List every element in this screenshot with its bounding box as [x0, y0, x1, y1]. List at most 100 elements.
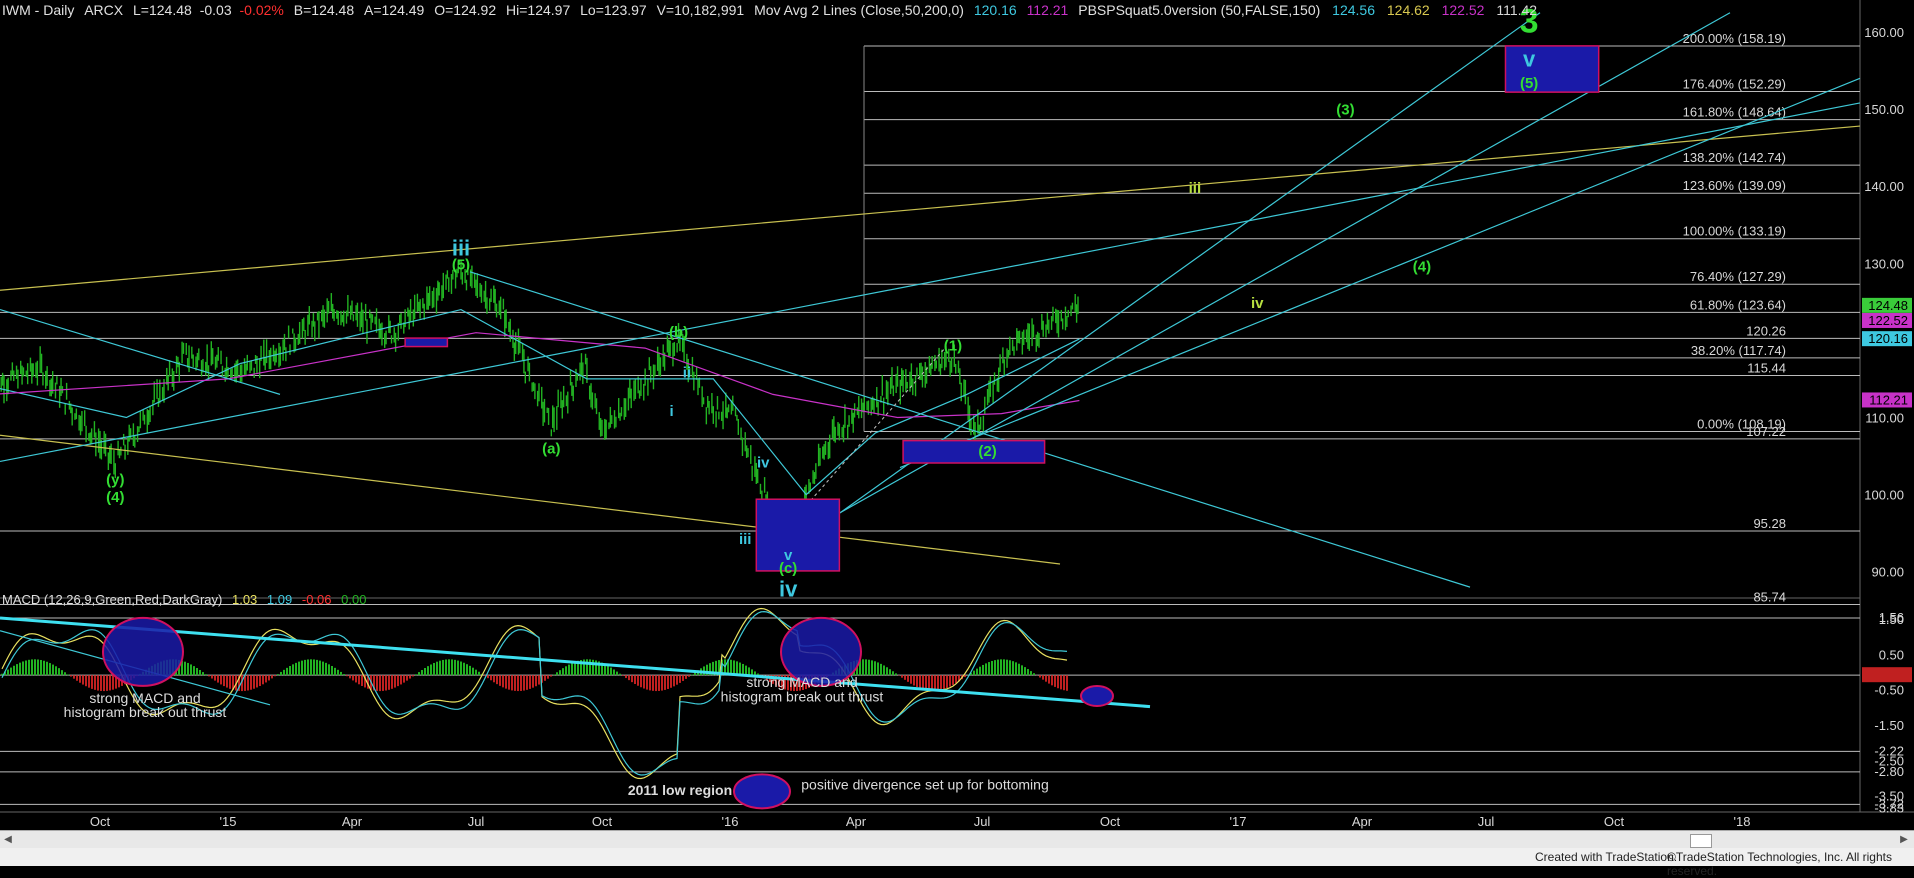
- price-tick-label: 150.00: [1864, 102, 1904, 117]
- macd-tag: [1862, 667, 1912, 683]
- macd-annotation: 2011 low region: [628, 782, 732, 798]
- scroll-left-arrow[interactable]: ◀: [2, 833, 14, 847]
- footer-created: Created with TradeStation.: [1535, 850, 1678, 864]
- fib-level-label: 138.20% (142.74): [1683, 150, 1786, 165]
- macd-tick-label: 1.50: [1879, 612, 1904, 627]
- time-tick-label: Oct: [592, 814, 613, 829]
- time-tick-label: Jul: [468, 814, 485, 829]
- custom-study-label: PBSPSquat5.0version (50,FALSE,150): [1078, 2, 1321, 18]
- fib-level-label: 76.40% (127.29): [1690, 269, 1786, 284]
- wave-label: (3): [1336, 101, 1354, 118]
- fib-level-label: 120.26: [1746, 323, 1786, 338]
- wave-label: (5): [452, 256, 470, 273]
- macd-tick-label: -1.50: [1874, 718, 1904, 733]
- wave-label: (y): [106, 471, 124, 488]
- fib-level-label: 95.28: [1753, 516, 1786, 531]
- wave-label: (c): [779, 560, 797, 577]
- price-tag-label: 112.21: [1869, 392, 1908, 407]
- macd-highlight-4: [1080, 685, 1114, 708]
- time-tick-label: Jul: [1478, 814, 1495, 829]
- macd-value-1: 1.03: [231, 592, 258, 607]
- wave-label: iii: [1189, 180, 1202, 197]
- wave-label: i: [669, 403, 673, 420]
- volume-value: V=10,182,991: [656, 2, 745, 18]
- price-tick-label: 110.00: [1865, 411, 1904, 426]
- time-tick-label: Oct: [90, 814, 111, 829]
- price-chart[interactable]: 200.00% (158.19) 176.40% (152.29) 161.80% …: [0, 0, 1914, 866]
- last-price: L=124.48: [133, 2, 192, 18]
- chart-background: [0, 0, 1914, 866]
- wave-label: ii: [683, 364, 691, 381]
- low-box: [755, 498, 841, 572]
- time-tick-label: Apr: [1352, 814, 1373, 829]
- footer-copyright: ©TradeStation Technologies, Inc. All rig…: [1667, 850, 1892, 878]
- macd-value-2: 1.09: [266, 592, 293, 607]
- fib-level-label: 123.60% (139.09): [1683, 178, 1786, 193]
- wave-label: (a): [542, 441, 560, 458]
- fib-level-label: 107.22: [1746, 424, 1786, 439]
- custom-value-4: 111.42: [1496, 2, 1538, 18]
- time-tick-label: Oct: [1100, 814, 1121, 829]
- time-tick-label: '18: [1734, 814, 1751, 829]
- wave-label: (5): [1520, 75, 1538, 92]
- price-tag-label: 122.52: [1868, 313, 1908, 328]
- custom-value-1: 124.56: [1332, 2, 1375, 18]
- time-tick-label: '16: [722, 814, 739, 829]
- ma-study-label: Mov Avg 2 Lines (Close,50,200,0): [754, 2, 964, 18]
- macd-label: MACD (12,26,9,Green,Red,DarkGray): [2, 592, 223, 607]
- fib-level-label: 38.20% (117.74): [1691, 343, 1786, 358]
- fib-level-label: 85.74: [1753, 590, 1786, 605]
- chart-header: IWM - Daily ARCX L=124.48 -0.03 -0.02% B…: [2, 2, 1537, 18]
- time-tick-label: Oct: [1604, 814, 1625, 829]
- price-change: -0.03: [199, 2, 232, 18]
- price-tick-label: 160.00: [1864, 25, 1904, 40]
- macd-highlight-3: [733, 773, 791, 810]
- price-tick-label: 130.00: [1864, 256, 1904, 271]
- macd-tick-label: -3.83: [1874, 800, 1904, 815]
- wave-label: iv: [757, 454, 770, 471]
- price-tag-label: 120.16: [1868, 331, 1908, 346]
- price-tick-label: 100.00: [1864, 488, 1904, 503]
- macd-value-3: -0.06: [301, 592, 332, 607]
- scrollbar-thumb[interactable]: [1690, 834, 1712, 848]
- price-tick-label: 90.00: [1871, 565, 1904, 580]
- macd-annotation: histogram break out thrust: [64, 704, 227, 720]
- bid-price: B=124.48: [293, 2, 355, 18]
- wave-label: (4): [106, 489, 124, 506]
- macd-tick-label: -2.80: [1874, 764, 1904, 779]
- ma-value-1: 120.16: [973, 2, 1017, 18]
- ma-value-2: 112.21: [1026, 2, 1069, 18]
- time-tick-label: Apr: [342, 814, 363, 829]
- wave-label: v: [1523, 47, 1536, 72]
- support-box-2: [902, 439, 1046, 464]
- custom-value-2: 124.62: [1386, 2, 1430, 18]
- exchange-label: ARCX: [84, 2, 124, 18]
- scroll-right-arrow[interactable]: ▶: [1898, 833, 1910, 847]
- low-price: Lo=123.97: [580, 2, 647, 18]
- wave-label: iv: [1251, 295, 1264, 312]
- macd-annotation: positive divergence set up for bottoming: [801, 777, 1048, 793]
- fib-level-label: 200.00% (158.19): [1683, 31, 1786, 46]
- macd-tick-label: 0.50: [1879, 647, 1904, 662]
- fib-level-label: 100.00% (133.19): [1683, 224, 1786, 239]
- fib-level-label: 161.80% (148.64): [1683, 105, 1786, 120]
- wave-label: (1): [944, 337, 962, 354]
- macd-tick-label: -0.50: [1874, 683, 1904, 698]
- wave-label: (4): [1413, 259, 1431, 276]
- footer: Created with TradeStation. ©TradeStation…: [0, 848, 1914, 878]
- wave-label: (2): [978, 443, 996, 460]
- horizontal-scrollbar[interactable]: ◀ ▶: [0, 830, 1914, 849]
- fib-level-label: 176.40% (152.29): [1683, 76, 1786, 91]
- small-box: [404, 337, 449, 348]
- price-tick-label: 140.00: [1864, 179, 1904, 194]
- wave-label: iv: [779, 576, 798, 601]
- high-price: Hi=124.97: [506, 2, 571, 18]
- time-tick-label: '17: [1230, 814, 1247, 829]
- time-tick-label: '15: [220, 814, 237, 829]
- ask-price: A=124.49: [364, 2, 425, 18]
- macd-highlight-1: [102, 616, 184, 687]
- chart-window: 200.00% (158.19) 176.40% (152.29) 161.80% …: [0, 0, 1914, 878]
- custom-value-3: 122.52: [1441, 2, 1485, 18]
- macd-annotation: histogram break out thrust: [721, 688, 884, 704]
- time-tick-label: Jul: [974, 814, 991, 829]
